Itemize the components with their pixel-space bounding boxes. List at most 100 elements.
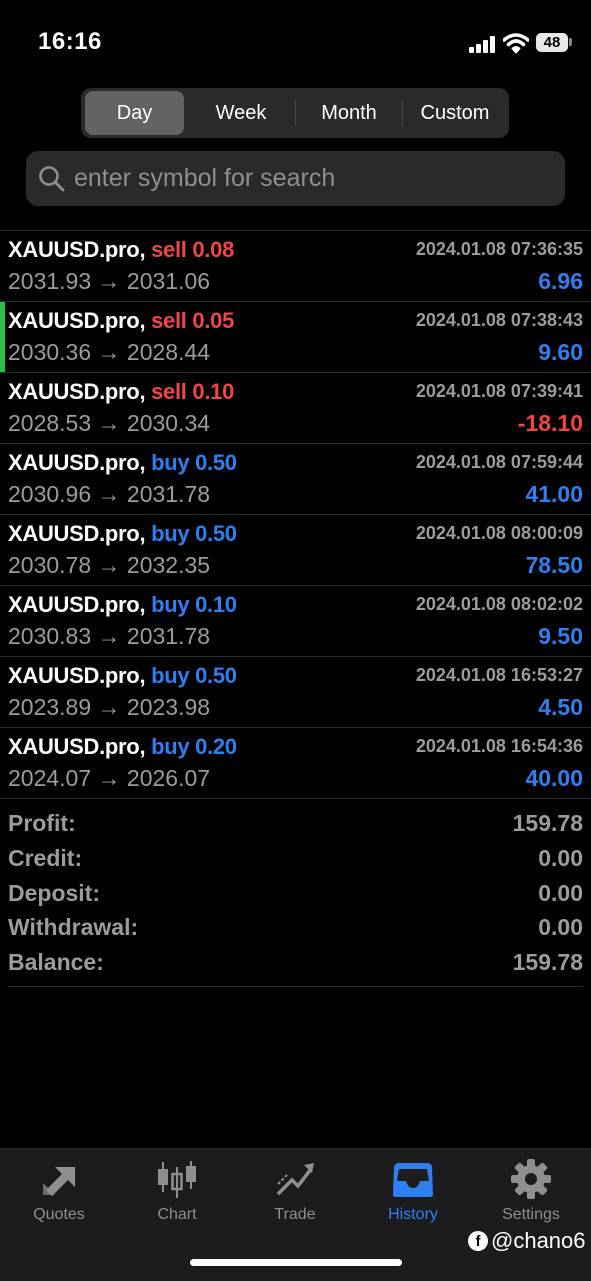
segment-divider xyxy=(402,100,403,126)
summary-value: 0.00 xyxy=(538,914,583,941)
summary-row: Profit: 159.78 xyxy=(8,808,583,843)
tab-quotes[interactable]: Quotes xyxy=(0,1149,118,1239)
summary-value: 159.78 xyxy=(512,949,583,976)
inbox-tray-icon xyxy=(393,1163,433,1197)
status-bar: 16:16 48 xyxy=(0,0,591,86)
trade-symbol-line: XAUUSD.pro, buy 0.50 xyxy=(8,521,237,547)
summary-label: Deposit: xyxy=(8,879,100,906)
period-month-button[interactable]: Month xyxy=(297,91,401,135)
summary-label: Balance: xyxy=(8,949,104,976)
trade-profit: 40.00 xyxy=(525,765,583,791)
trade-row[interactable]: XAUUSD.pro, buy 0.10 2024.01.08 08:02:02 2… xyxy=(0,585,591,656)
trade-close-price: 2032.35 xyxy=(126,552,211,578)
gear-icon xyxy=(511,1159,551,1199)
summary-label: Profit: xyxy=(8,810,76,836)
summary-divider xyxy=(8,986,583,987)
tab-trade-label: Trade xyxy=(274,1206,316,1223)
trade-volume: 0.10 xyxy=(195,592,237,617)
trade-symbol-line: XAUUSD.pro, buy 0.20 xyxy=(8,734,237,760)
trade-open-price: 2030.83 xyxy=(8,623,92,649)
trade-symbol: XAUUSD.pro, xyxy=(8,521,146,546)
summary-value: 159.78 xyxy=(512,810,583,836)
trade-profit: 9.60 xyxy=(538,339,583,365)
candlestick-icon xyxy=(158,1161,196,1198)
trade-profit: 4.50 xyxy=(538,694,583,720)
period-day-button[interactable]: Day xyxy=(85,91,184,135)
summary-row: Credit: 0.00 xyxy=(8,843,583,878)
trade-prices: 2030.83 → 2031.78 xyxy=(8,623,210,650)
trade-side: buy xyxy=(151,521,190,546)
segment-divider xyxy=(295,100,296,126)
trade-row[interactable]: XAUUSD.pro, sell 0.08 2024.01.08 07:36:35… xyxy=(0,230,591,301)
search-input[interactable] xyxy=(74,151,544,206)
trade-row[interactable]: XAUUSD.pro, sell 0.05 2024.01.08 07:38:43… xyxy=(0,301,591,372)
trade-symbol-line: XAUUSD.pro, sell 0.05 xyxy=(8,308,234,334)
trade-close-price: 2030.34 xyxy=(126,410,211,436)
tab-settings-label: Settings xyxy=(502,1206,560,1223)
trade-side: buy xyxy=(151,592,190,617)
arrow-right-icon: → xyxy=(97,552,121,578)
trade-side: buy xyxy=(151,663,190,688)
arrow-right-icon: → xyxy=(97,339,121,365)
trade-close-price: 2031.78 xyxy=(126,623,211,649)
trade-row[interactable]: XAUUSD.pro, buy 0.50 2024.01.08 16:53:27 2… xyxy=(0,656,591,727)
trade-close-price: 2026.07 xyxy=(126,765,211,791)
trade-volume: 0.50 xyxy=(195,450,237,475)
arrow-right-icon: → xyxy=(97,410,121,436)
tab-chart[interactable]: Chart xyxy=(118,1149,236,1239)
period-custom-button[interactable]: Custom xyxy=(404,91,506,135)
trade-row[interactable]: XAUUSD.pro, sell 0.10 2024.01.08 07:39:41… xyxy=(0,372,591,443)
trade-open-price: 2030.96 xyxy=(8,481,92,507)
arrow-right-icon: → xyxy=(97,481,121,507)
trade-prices: 2028.53 → 2030.34 xyxy=(8,410,210,437)
trade-time: 2024.01.08 16:54:36 xyxy=(415,736,583,756)
quotes-arrows-icon xyxy=(43,1167,75,1196)
summary-row: Balance: 159.78 xyxy=(8,947,583,982)
trade-prices: 2024.07 → 2026.07 xyxy=(8,765,210,792)
trade-prices: 2030.36 → 2028.44 xyxy=(8,339,210,366)
trade-symbol: XAUUSD.pro, xyxy=(8,663,146,688)
trade-symbol-line: XAUUSD.pro, sell 0.10 xyxy=(8,379,234,405)
trade-close-price: 2031.78 xyxy=(126,481,211,507)
trade-volume: 0.20 xyxy=(195,734,237,759)
summary-label: Credit: xyxy=(8,844,83,871)
wifi-icon xyxy=(503,33,529,54)
summary-row: Withdrawal: 0.00 xyxy=(8,912,583,947)
history-summary: Profit: 159.78 Credit: 0.00 Deposit: 0.00 With… xyxy=(8,808,583,982)
trade-symbol: XAUUSD.pro, xyxy=(8,450,146,475)
summary-row: Deposit: 0.00 xyxy=(8,878,583,913)
trade-time: 2024.01.08 07:38:43 xyxy=(415,310,583,330)
trade-symbol: XAUUSD.pro, xyxy=(8,734,146,759)
trade-profit: 78.50 xyxy=(525,552,583,578)
trade-close-price: 2028.44 xyxy=(126,339,211,365)
battery-cap xyxy=(569,38,572,46)
trade-side: sell xyxy=(151,379,187,404)
trade-side: sell xyxy=(151,308,187,333)
trade-open-price: 2031.93 xyxy=(8,268,92,294)
tab-settings[interactable]: Settings xyxy=(472,1149,590,1239)
trade-row[interactable]: XAUUSD.pro, buy 0.50 2024.01.08 08:00:09 2… xyxy=(0,514,591,585)
trade-volume: 0.10 xyxy=(192,379,235,404)
trade-row[interactable]: XAUUSD.pro, buy 0.50 2024.01.08 07:59:44 2… xyxy=(0,443,591,514)
trade-symbol: XAUUSD.pro, xyxy=(8,592,146,617)
search-bar xyxy=(26,151,565,206)
watermark-text: @chano6 xyxy=(491,1228,586,1253)
period-week-button[interactable]: Week xyxy=(189,91,293,135)
trade-prices: 2030.78 → 2032.35 xyxy=(8,552,210,579)
period-segmented-control: Day Week Month Custom xyxy=(81,88,509,138)
trade-prices: 2030.96 → 2031.78 xyxy=(8,481,210,508)
arrow-right-icon: → xyxy=(97,694,121,720)
battery-icon: 48 xyxy=(536,33,568,52)
selected-row-marker xyxy=(0,302,5,372)
trade-volume: 0.08 xyxy=(192,237,235,262)
tab-history[interactable]: History xyxy=(354,1149,472,1239)
trade-open-price: 2030.78 xyxy=(8,552,92,578)
tab-trade[interactable]: Trade xyxy=(236,1149,354,1239)
trade-symbol-line: XAUUSD.pro, sell 0.08 xyxy=(8,237,234,263)
trade-prices: 2023.89 → 2023.98 xyxy=(8,694,210,721)
trade-profit: 6.96 xyxy=(538,268,583,294)
trade-symbol: XAUUSD.pro, xyxy=(8,308,146,333)
tab-chart-label: Chart xyxy=(157,1206,197,1223)
trade-open-price: 2024.07 xyxy=(8,765,92,791)
trade-row[interactable]: XAUUSD.pro, buy 0.20 2024.01.08 16:54:36 2… xyxy=(0,727,591,799)
